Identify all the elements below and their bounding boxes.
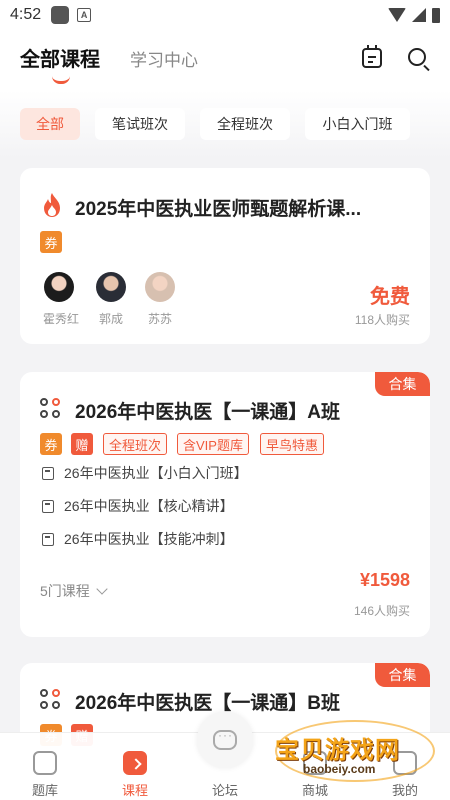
sub-course-label: 26年中医执业【核心精讲】 bbox=[64, 498, 234, 514]
question-bank-icon bbox=[33, 751, 57, 775]
watermark-text: 宝贝游戏网 bbox=[275, 737, 400, 764]
filter-chip-all[interactable]: 全部 bbox=[20, 108, 80, 140]
sub-course-item[interactable]: 26年中医执业【小白入门班】 bbox=[42, 463, 248, 483]
forum-button[interactable] bbox=[197, 712, 253, 768]
avatar bbox=[145, 272, 175, 302]
course-card[interactable]: 2025年中医执业医师甄题解析课... 券 霍秀红 郭成 苏苏 免费 118人购… bbox=[20, 168, 430, 344]
book-icon bbox=[42, 466, 54, 480]
book-icon bbox=[42, 532, 54, 546]
coupon-tag: 券 bbox=[40, 231, 62, 253]
collection-badge: 合集 bbox=[375, 663, 430, 687]
course-count: 5门课程 bbox=[40, 583, 90, 599]
teacher: 霍秀红 bbox=[43, 272, 80, 327]
price: ¥1598 bbox=[359, 570, 410, 590]
price: 免费 bbox=[370, 286, 410, 308]
nav-courses[interactable]: 课程 bbox=[105, 751, 165, 799]
sub-course-item[interactable]: 26年中医执业【技能冲刺】 bbox=[42, 529, 234, 549]
app-notification-icon bbox=[51, 6, 70, 24]
chat-icon bbox=[213, 728, 237, 750]
nav-label: 题库 bbox=[31, 783, 58, 798]
course-count-toggle[interactable]: 5门课程 bbox=[40, 581, 108, 601]
coupon-tag: 券 bbox=[40, 433, 62, 455]
filter-chip-full[interactable]: 全程班次 bbox=[200, 108, 290, 140]
search-icon[interactable] bbox=[408, 48, 426, 66]
teacher: 苏苏 bbox=[144, 272, 176, 327]
collection-badge: 合集 bbox=[375, 372, 430, 396]
nav-label: 课程 bbox=[121, 783, 148, 798]
calendar-icon[interactable] bbox=[362, 45, 382, 68]
a-notification-icon: A bbox=[77, 8, 92, 22]
feature-tag: 全程班次 bbox=[103, 433, 168, 455]
course-bundle-icon bbox=[40, 689, 62, 711]
course-title: 2026年中医执医【一课通】B班 bbox=[75, 693, 340, 714]
teacher-name: 苏苏 bbox=[147, 312, 172, 326]
watermark-url: baobeiy.com bbox=[303, 762, 376, 776]
course-bundle-icon bbox=[40, 398, 62, 420]
wifi-icon bbox=[388, 8, 406, 22]
sub-course-label: 26年中医执业【小白入门班】 bbox=[64, 465, 248, 481]
teacher: 郭成 bbox=[95, 272, 127, 327]
tab-study-center[interactable]: 学习中心 bbox=[130, 46, 198, 71]
avatar bbox=[44, 272, 74, 302]
nav-label: 论坛 bbox=[211, 783, 238, 798]
filter-chip-beginner[interactable]: 小白入门班 bbox=[305, 108, 410, 140]
course-title: 2026年中医执医【一课通】A班 bbox=[75, 402, 340, 423]
buyer-count: 118人购买 bbox=[354, 313, 410, 327]
buyer-count: 146人购买 bbox=[353, 604, 410, 618]
course-title: 2025年中医执业医师甄题解析课... bbox=[75, 199, 362, 220]
book-icon bbox=[42, 499, 54, 513]
gift-tag: 赠 bbox=[71, 433, 93, 455]
watermark: 宝贝游戏网 baobeiy.com bbox=[275, 712, 435, 784]
teacher-name: 郭成 bbox=[98, 312, 123, 326]
tab-all-courses[interactable]: 全部课程 bbox=[20, 43, 100, 72]
status-bar: 4:52 A bbox=[0, 0, 450, 30]
battery-icon bbox=[432, 7, 440, 23]
signal-icon bbox=[412, 8, 426, 22]
header: 全部课程 学习中心 bbox=[0, 30, 450, 90]
teacher-name: 霍秀红 bbox=[43, 312, 80, 326]
status-time: 4:52 bbox=[10, 6, 42, 23]
filter-chip-written[interactable]: 笔试班次 bbox=[95, 108, 185, 140]
sub-course-label: 26年中医执业【技能冲刺】 bbox=[64, 531, 234, 547]
feature-tag: 早鸟特惠 bbox=[260, 433, 325, 455]
course-card[interactable]: 合集 2026年中医执医【一课通】A班 券 赠 全程班次 含VIP题库 早鸟特惠… bbox=[20, 372, 430, 637]
avatar bbox=[96, 272, 126, 302]
filter-bar: 全部 笔试班次 全程班次 小白入门班 bbox=[0, 90, 450, 158]
sub-course-item[interactable]: 26年中医执业【核心精讲】 bbox=[42, 496, 234, 516]
chevron-down-icon bbox=[96, 583, 108, 595]
flame-icon bbox=[44, 193, 60, 217]
tab-active-indicator bbox=[52, 76, 70, 84]
course-icon bbox=[123, 751, 147, 775]
nav-question-bank[interactable]: 题库 bbox=[15, 751, 75, 799]
feature-tag: 含VIP题库 bbox=[177, 433, 249, 455]
